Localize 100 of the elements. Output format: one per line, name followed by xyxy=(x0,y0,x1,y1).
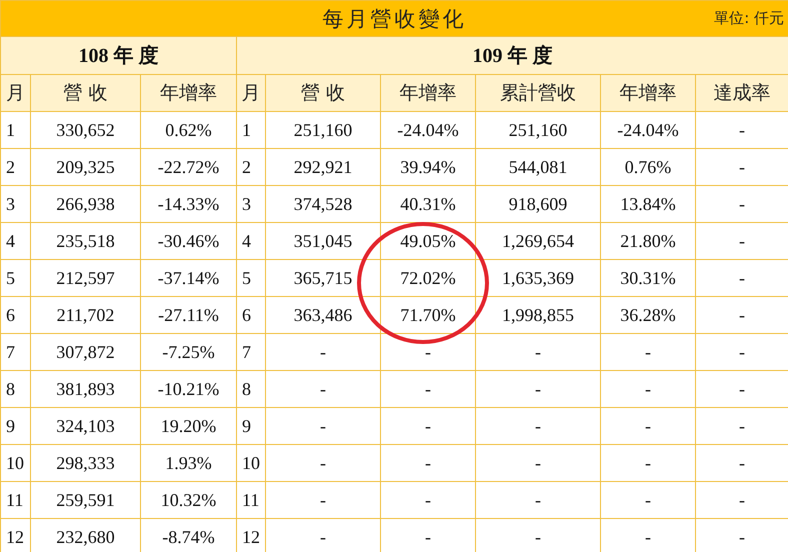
table-cell: 11 xyxy=(236,482,266,518)
table-cell: -37.14% xyxy=(140,260,236,296)
table-cell: - xyxy=(600,370,696,408)
table-cell: 544,081 xyxy=(476,148,600,186)
table-cell: 363,486 xyxy=(266,296,380,334)
table-cell: -14.33% xyxy=(140,186,236,222)
year-header: 109 年 度 xyxy=(236,36,788,74)
table-cell: 374,528 xyxy=(266,186,380,222)
table-cell: 1,635,369 xyxy=(476,260,600,296)
table-cell: 918,609 xyxy=(476,186,600,222)
table-cell: 10 xyxy=(0,444,30,482)
table-cell: 40.31% xyxy=(380,186,476,222)
table-cell: 259,591 xyxy=(30,482,140,518)
table-cell: 71.70% xyxy=(380,296,476,334)
table-cell: 211,702 xyxy=(30,296,140,334)
table-cell: 11 xyxy=(0,482,30,518)
table-cell: 292,921 xyxy=(266,148,380,186)
table-cell: 9 xyxy=(236,408,266,444)
table-cell: 381,893 xyxy=(30,370,140,408)
table-cell: 10.32% xyxy=(140,482,236,518)
column-header: 營 收 xyxy=(30,74,140,112)
column-header: 年增率 xyxy=(380,74,476,112)
table-cell: - xyxy=(266,408,380,444)
column-header: 月 xyxy=(236,74,266,112)
table-cell: -10.21% xyxy=(140,370,236,408)
unit-label: 單位: 仟元 xyxy=(714,9,784,28)
table-cell: 30.31% xyxy=(600,260,696,296)
table-cell: - xyxy=(600,482,696,518)
table-title: 每月營收變化 xyxy=(322,6,466,32)
table-cell: 8 xyxy=(236,370,266,408)
table-cell: 1 xyxy=(0,112,30,148)
table-cell: - xyxy=(266,482,380,518)
column-header: 累計營收 xyxy=(476,74,600,112)
table-cell: 351,045 xyxy=(266,222,380,260)
table-cell: 251,160 xyxy=(476,112,600,148)
table-cell: 1 xyxy=(236,112,266,148)
year-header: 108 年 度 xyxy=(0,36,236,74)
table-cell: 49.05% xyxy=(380,222,476,260)
table-cell: - xyxy=(600,408,696,444)
table-cell: 39.94% xyxy=(380,148,476,186)
table-cell: - xyxy=(266,370,380,408)
table-cell: -27.11% xyxy=(140,296,236,334)
table-cell: 330,652 xyxy=(30,112,140,148)
table-cell: 5 xyxy=(0,260,30,296)
table-cell: - xyxy=(380,408,476,444)
table-cell: 36.28% xyxy=(600,296,696,334)
table-cell: 0.62% xyxy=(140,112,236,148)
table-cell: 251,160 xyxy=(266,112,380,148)
table-cell: 10 xyxy=(236,444,266,482)
table-cell: 4 xyxy=(0,222,30,260)
table-cell: 6 xyxy=(236,296,266,334)
table-cell: - xyxy=(380,482,476,518)
table-cell: 8 xyxy=(0,370,30,408)
table-cell: 7 xyxy=(236,334,266,370)
table-cell: 266,938 xyxy=(30,186,140,222)
table-cell: - xyxy=(600,334,696,370)
table-cell: - xyxy=(476,408,600,444)
table-cell: -7.25% xyxy=(140,334,236,370)
table-cell: - xyxy=(476,444,600,482)
column-header: 月 xyxy=(0,74,30,112)
table-cell: 5 xyxy=(236,260,266,296)
table-cell: -24.04% xyxy=(380,112,476,148)
table-cell: 13.84% xyxy=(600,186,696,222)
table-cell: 1.93% xyxy=(140,444,236,482)
table-cell: - xyxy=(476,482,600,518)
table-cell: 298,333 xyxy=(30,444,140,482)
table-cell: - xyxy=(380,444,476,482)
table-cell: 2 xyxy=(0,148,30,186)
column-header: 營 收 xyxy=(266,74,380,112)
table-cell: 19.20% xyxy=(140,408,236,444)
table-cell: 6 xyxy=(0,296,30,334)
table-cell: -22.72% xyxy=(140,148,236,186)
column-header: 達成率 xyxy=(696,74,788,112)
table-cell: - xyxy=(266,444,380,482)
table-cell: 9 xyxy=(0,408,30,444)
table-cell: 21.80% xyxy=(600,222,696,260)
table-cell: - xyxy=(476,334,600,370)
table-cell: 365,715 xyxy=(266,260,380,296)
table-cell: - xyxy=(600,444,696,482)
table-cell: 209,325 xyxy=(30,148,140,186)
column-header: 年增率 xyxy=(600,74,696,112)
table-cell: 4 xyxy=(236,222,266,260)
table-cell: 235,518 xyxy=(30,222,140,260)
table-cell: 307,872 xyxy=(30,334,140,370)
column-header: 年增率 xyxy=(140,74,236,112)
table-cell: 7 xyxy=(0,334,30,370)
table-cell: -30.46% xyxy=(140,222,236,260)
table-cell: 324,103 xyxy=(30,408,140,444)
table-cell: 0.76% xyxy=(600,148,696,186)
table-cell: - xyxy=(266,334,380,370)
table-cell: 2 xyxy=(236,148,266,186)
table-cell: - xyxy=(380,370,476,408)
table-cell: - xyxy=(380,334,476,370)
table-cell: 212,597 xyxy=(30,260,140,296)
table-cell: 1,269,654 xyxy=(476,222,600,260)
table-cell: -24.04% xyxy=(600,112,696,148)
table-cell: 1,998,855 xyxy=(476,296,600,334)
table-cell: - xyxy=(476,370,600,408)
table-cell: 72.02% xyxy=(380,260,476,296)
table-cell: 3 xyxy=(0,186,30,222)
